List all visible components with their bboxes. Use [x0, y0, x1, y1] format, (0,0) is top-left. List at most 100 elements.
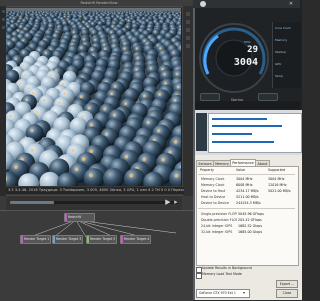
sphere-highlight: [99, 22, 100, 23]
sphere-highlight: [19, 36, 21, 38]
sphere-highlight: [26, 35, 28, 37]
sphere-highlight: [80, 95, 83, 98]
sphere-highlight: [90, 150, 93, 153]
sphere-highlight: [23, 64, 25, 66]
sphere-highlight: [93, 31, 95, 33]
tool-icon[interactable]: [186, 20, 190, 24]
sphere-highlight: [115, 19, 116, 20]
tool-icon[interactable]: [186, 12, 190, 16]
node-render-target[interactable]: Render Target 4: [120, 235, 151, 244]
sphere-highlight: [38, 49, 40, 51]
node-editor[interactable]: Redshift Render Target 1 Render Target 3…: [0, 210, 193, 301]
sphere-highlight: [83, 39, 85, 41]
sphere-highlight: [133, 21, 134, 22]
sphere-highlight: [50, 74, 52, 76]
node-render-target[interactable]: Render Target 1: [20, 235, 51, 244]
sphere-highlight: [94, 39, 96, 41]
sphere-highlight: [143, 158, 147, 162]
sphere-highlight: [80, 47, 82, 49]
sphere-highlight: [129, 13, 130, 14]
node-color-swatch: [65, 214, 67, 221]
sphere-highlight: [22, 40, 24, 42]
tool-icon[interactable]: [2, 26, 5, 29]
sphere-highlight: [74, 36, 76, 38]
sphere-highlight: [128, 17, 129, 18]
node-label: Redshift: [68, 215, 81, 219]
node-label: Render Target 3: [56, 237, 81, 241]
sphere-highlight: [98, 15, 99, 16]
tool-icon[interactable]: [186, 36, 190, 40]
sphere-highlight: [173, 39, 175, 41]
rendered-spheres-image: [6, 8, 181, 186]
sphere-highlight: [49, 20, 50, 21]
render-status-line: 3.5 3.4.46, 2016 Траудица: 3 Trubtopoom,…: [6, 187, 184, 194]
sphere-highlight: [31, 148, 34, 151]
chevron-down-icon[interactable]: ▾: [243, 290, 248, 295]
sphere-highlight: [71, 149, 74, 152]
sphere-highlight: [110, 92, 113, 95]
sphere-highlight: [169, 17, 170, 18]
sphere-highlight: [63, 92, 66, 95]
row-value: 244154.3 MB/s: [236, 200, 266, 206]
sphere-highlight: [175, 174, 179, 178]
sphere-highlight: [68, 12, 69, 13]
row-extra: 5021.00 MB/s: [268, 188, 296, 194]
sphere-highlight: [45, 52, 47, 54]
column-header: Property: [200, 168, 230, 173]
sphere-highlight: [176, 73, 178, 75]
row-value: 1685.00 GIops: [238, 229, 272, 235]
sphere-highlight: [87, 26, 88, 27]
close-icon[interactable]: ✕: [286, 1, 296, 7]
render-viewport[interactable]: [6, 8, 181, 186]
sphere-highlight: [149, 37, 151, 39]
column-header: Supported: [268, 168, 296, 173]
row-name: 32-bit Integer IOPS: [201, 229, 237, 235]
sphere-highlight: [24, 74, 26, 76]
tool-icon[interactable]: [186, 44, 190, 48]
sphere-highlight: [68, 14, 69, 15]
timeline-progress: [10, 201, 54, 204]
tool-icon[interactable]: [186, 28, 190, 32]
sphere-highlight: [119, 13, 120, 14]
sphere-highlight: [147, 121, 150, 124]
node-render-target[interactable]: Render Target 3: [52, 235, 83, 244]
sphere-highlight: [36, 20, 37, 21]
node-root[interactable]: Redshift: [64, 213, 95, 222]
sphere-highlight: [113, 114, 116, 117]
sphere-highlight: [125, 155, 129, 159]
sphere-highlight: [144, 40, 146, 42]
sphere-highlight: [86, 24, 87, 25]
sphere-highlight: [124, 43, 126, 45]
sphere-highlight: [19, 82, 22, 85]
sphere-highlight: [108, 15, 109, 16]
sphere-highlight: [8, 43, 10, 45]
memory-test-label: Memory Load Test Mode: [202, 272, 282, 276]
sphere-highlight: [174, 140, 177, 143]
node-render-target[interactable]: Render Target 5: [86, 235, 117, 244]
node-color-swatch: [121, 236, 123, 243]
sphere-highlight: [58, 101, 61, 104]
node-color-swatch: [21, 236, 23, 243]
tool-icon[interactable]: [2, 18, 5, 21]
gpu-select[interactable]: GeForce GTX 970 Ext 1: [196, 289, 250, 298]
sphere-highlight: [13, 39, 15, 41]
sphere-highlight: [135, 69, 137, 71]
sphere-highlight: [11, 21, 12, 22]
export-button[interactable]: Export ...: [276, 280, 298, 288]
close-button[interactable]: Close: [276, 289, 298, 298]
gpu-monitor-button[interactable]: [258, 93, 278, 101]
sphere-highlight: [22, 52, 24, 54]
node-label: Render Target 1: [24, 237, 49, 241]
gpu-widget-topbar[interactable]: [193, 0, 300, 8]
sphere-highlight: [100, 17, 101, 18]
sphere-highlight: [25, 99, 28, 102]
play-button[interactable]: ▶: [164, 198, 172, 206]
tool-icon[interactable]: [2, 10, 5, 13]
sphere-highlight: [100, 33, 102, 35]
side-label: Memory: [275, 38, 299, 42]
gpu-settings-button[interactable]: [200, 93, 220, 101]
step-button[interactable]: ▸: [172, 198, 180, 206]
sphere-highlight: [112, 26, 113, 27]
sphere-highlight: [168, 14, 169, 15]
sphere-highlight: [161, 18, 162, 19]
